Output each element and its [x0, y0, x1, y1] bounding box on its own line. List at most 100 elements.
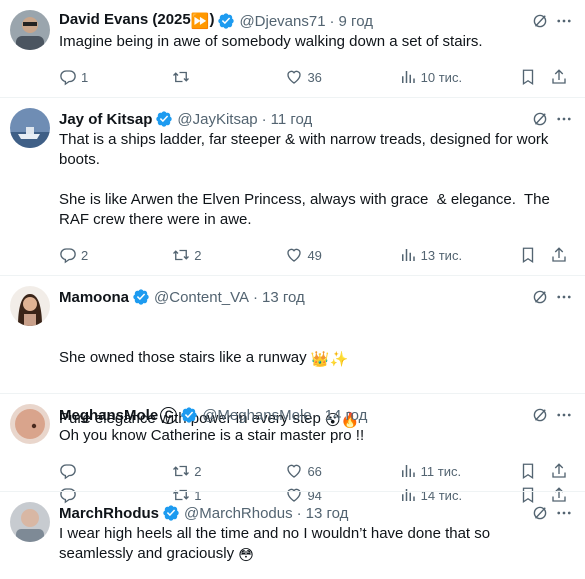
tweet-header: MarchRhodus @MarchRhodus · 13 год	[59, 502, 569, 524]
timestamp[interactable]: 14 год	[325, 407, 368, 424]
tweet-text: Imagine being in awe of somebody walking…	[59, 33, 483, 50]
like-count: 49	[307, 247, 322, 263]
retweet-icon	[173, 465, 190, 477]
like-count: 36	[307, 69, 322, 85]
views-button[interactable]: 10 тис.	[399, 67, 519, 87]
grok-icon[interactable]	[531, 504, 549, 522]
reply-button[interactable]	[59, 461, 172, 481]
views-count: 10 тис.	[420, 69, 463, 85]
author-name[interactable]: David Evans (2025⏩)	[59, 11, 214, 31]
retweet-icon	[173, 71, 190, 83]
author-name[interactable]: MarchRhodus	[59, 505, 159, 522]
separator-dot: ·	[329, 12, 335, 30]
retweet-count: 2	[194, 463, 202, 479]
tweet-header: MeghansMole C @MeghansMole · 14 год	[59, 404, 569, 426]
crown-sparkles-emoji: 👑✨	[310, 351, 349, 368]
separator-dot: ·	[296, 504, 302, 522]
more-icon[interactable]	[555, 288, 573, 306]
grok-icon[interactable]	[531, 110, 549, 128]
avatar[interactable]	[10, 286, 50, 326]
timestamp[interactable]: 11 год	[271, 111, 313, 128]
verified-badge-icon	[162, 504, 180, 522]
tweet-actions: 2 2 49 13 тис.	[59, 234, 569, 276]
author-name[interactable]: Mamoona	[59, 289, 129, 306]
like-count: 66	[307, 463, 322, 479]
more-icon[interactable]	[555, 12, 573, 30]
grok-icon[interactable]	[531, 406, 549, 424]
share-icon	[551, 463, 566, 478]
timestamp[interactable]: 13 год	[306, 505, 349, 522]
share-icon	[551, 247, 566, 262]
views-count: 11 тис.	[420, 463, 462, 479]
grok-icon[interactable]	[531, 288, 549, 306]
grok-icon[interactable]	[531, 12, 549, 30]
views-button[interactable]: 13 тис.	[399, 245, 519, 265]
reply-button[interactable]: 2	[59, 245, 172, 265]
retweet-button[interactable]: 2	[172, 245, 285, 265]
tweet-item[interactable]: Jay of Kitsap @JayKitsap · 11 год That i…	[0, 98, 585, 276]
retweet-icon	[173, 249, 190, 261]
bookmark-icon	[522, 69, 533, 86]
tweet-item[interactable]: Mamoona @Content_VA · 13 год She owned t…	[0, 276, 585, 504]
heart-icon	[287, 248, 302, 262]
verified-badge-icon	[217, 12, 235, 30]
timestamp[interactable]: 13 год	[262, 289, 305, 306]
share-icon	[551, 69, 566, 84]
bookmark-button[interactable]	[519, 67, 550, 87]
tweet-item[interactable]: David Evans (2025⏩) @Djevans71 · 9 год I…	[0, 0, 585, 98]
heart-icon	[287, 464, 302, 478]
views-button[interactable]: 11 тис.	[399, 461, 519, 481]
tweet-text: That is a ships ladder, far steeper & wi…	[59, 131, 550, 228]
tweet-header: Jay of Kitsap @JayKitsap · 11 год	[59, 108, 569, 130]
avatar[interactable]	[10, 404, 50, 444]
views-count: 13 тис.	[420, 247, 463, 263]
more-icon[interactable]	[555, 110, 573, 128]
author-handle[interactable]: @MarchRhodus	[184, 505, 293, 522]
more-icon[interactable]	[555, 504, 573, 522]
separator-dot: ·	[315, 406, 321, 424]
tweet-text-line: She owned those stairs like a runway 👑✨	[59, 349, 349, 368]
author-handle[interactable]: @Djevans71	[239, 13, 325, 30]
like-button[interactable]: 36	[285, 67, 398, 87]
like-button[interactable]: 49	[285, 245, 398, 265]
avatar[interactable]	[10, 108, 50, 148]
views-icon	[401, 465, 415, 477]
author-name[interactable]: MeghansMole	[59, 407, 158, 424]
tweet-header: Mamoona @Content_VA · 13 год	[59, 286, 569, 308]
more-icon[interactable]	[555, 406, 573, 424]
share-button[interactable]	[550, 245, 569, 265]
tweet-text: I wear high heels all the time and no I …	[59, 525, 495, 564]
tweet-header: David Evans (2025⏩) @Djevans71 · 9 год	[59, 10, 569, 32]
flushed-emoji: 😳	[238, 547, 254, 564]
separator-dot: ·	[261, 110, 267, 128]
reply-count: 2	[81, 247, 89, 263]
bookmark-button[interactable]	[519, 245, 550, 265]
bookmark-icon	[522, 247, 533, 264]
views-icon	[401, 249, 415, 261]
tweet-item[interactable]: MarchRhodus @MarchRhodus · 13 год I wear…	[0, 492, 585, 579]
author-handle[interactable]: @JayKitsap	[177, 111, 257, 128]
verified-badge-icon	[132, 288, 150, 306]
share-button[interactable]	[550, 67, 569, 87]
tweet-item[interactable]: MeghansMole C @MeghansMole · 14 год Oh y…	[0, 394, 585, 492]
separator-dot: ·	[253, 288, 259, 306]
avatar[interactable]	[10, 502, 50, 542]
retweet-button[interactable]: 2	[172, 461, 285, 481]
avatar[interactable]	[10, 10, 50, 50]
verified-badge-icon	[155, 110, 173, 128]
heart-icon	[287, 70, 302, 84]
tweet-actions: 2 66 11 тис.	[59, 450, 569, 492]
fast-forward-emoji: ⏩	[190, 13, 210, 30]
tweet-text: Oh you know Catherine is a stair master …	[59, 427, 365, 444]
bookmark-button[interactable]	[519, 461, 550, 481]
reply-button[interactable]: 1	[59, 67, 172, 87]
author-name[interactable]: Jay of Kitsap	[59, 111, 152, 128]
author-handle[interactable]: @Content_VA	[154, 289, 249, 306]
author-handle[interactable]: @MeghansMole	[202, 407, 311, 424]
like-button[interactable]: 66	[285, 461, 398, 481]
share-button[interactable]	[550, 461, 569, 481]
tweet-actions: 1 36 10 тис.	[59, 56, 569, 98]
reply-icon	[60, 464, 76, 480]
retweet-button[interactable]	[172, 67, 285, 87]
timestamp[interactable]: 9 год	[339, 13, 373, 30]
